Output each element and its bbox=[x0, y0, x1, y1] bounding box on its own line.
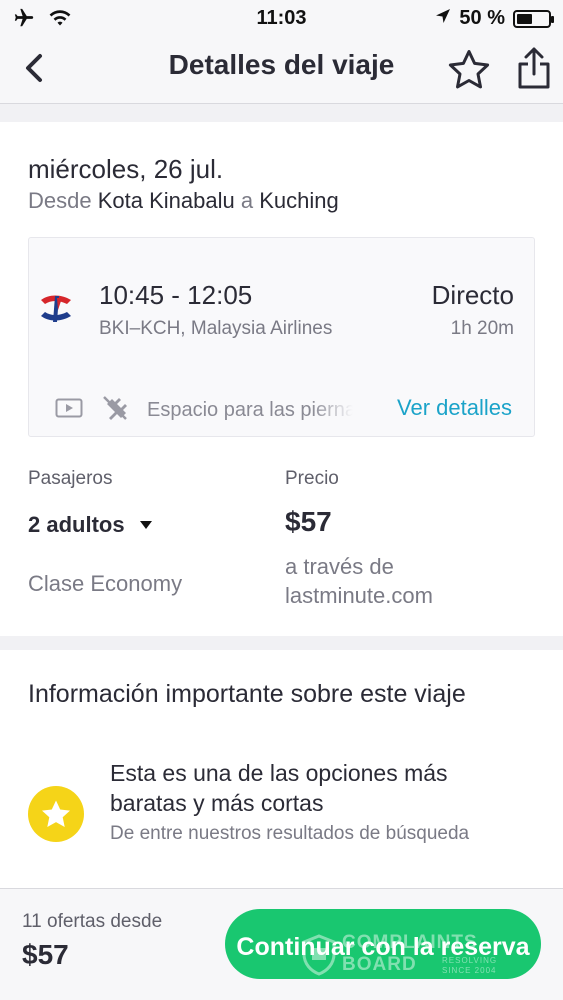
star-badge-icon bbox=[28, 786, 84, 842]
status-right: 50 % bbox=[435, 7, 554, 30]
flight-duration: 1h 20m bbox=[450, 318, 514, 339]
flight-legs: BKI–KCH, Malaysia Airlines bbox=[99, 318, 333, 339]
view-details-link[interactable]: Ver detalles bbox=[397, 395, 512, 421]
route-origin: Kota Kinabalu bbox=[97, 188, 235, 213]
route-destination: Kuching bbox=[259, 188, 339, 213]
trip-summary-card: miércoles, 26 jul. Desde Kota Kinabalu a… bbox=[0, 122, 563, 636]
no-power-icon bbox=[101, 394, 129, 427]
continue-booking-button[interactable]: Continuar con la reserva bbox=[225, 909, 541, 979]
offers-count: 11 ofertas desde bbox=[22, 911, 163, 932]
offers-price: $57 bbox=[22, 939, 69, 970]
amenity-text: Espacio para las piernas bbox=[147, 399, 353, 421]
status-bar: 11:03 50 % bbox=[0, 0, 563, 36]
chevron-left-icon bbox=[26, 54, 42, 82]
nav-bar: Detalles del viaje bbox=[0, 36, 563, 104]
info-subtext: De entre nuestros resultados de búsqueda bbox=[110, 823, 470, 844]
flight-times: 10:45 - 12:05 bbox=[99, 280, 253, 310]
cabin-class: Clase Economy bbox=[28, 571, 183, 596]
share-button[interactable] bbox=[512, 44, 556, 92]
status-left bbox=[12, 7, 72, 35]
trip-route: Desde Kota Kinabalu a Kuching bbox=[28, 188, 339, 214]
favorite-button[interactable] bbox=[446, 46, 492, 92]
trip-date: miércoles, 26 jul. bbox=[28, 154, 224, 184]
passengers-value: 2 adultos bbox=[28, 512, 125, 537]
amenities-row: Espacio para las piernas bbox=[55, 394, 353, 427]
star-icon bbox=[448, 50, 490, 89]
share-icon bbox=[518, 47, 550, 89]
wifi-icon bbox=[48, 8, 72, 34]
back-button[interactable] bbox=[16, 50, 52, 86]
price-provider: a través de lastminute.com bbox=[285, 554, 433, 608]
location-arrow-icon bbox=[435, 7, 451, 30]
caret-down-icon bbox=[139, 521, 152, 529]
info-title: Información importante sobre este viaje bbox=[28, 680, 466, 708]
flight-type: Directo bbox=[431, 280, 514, 310]
airline-logo bbox=[37, 288, 77, 328]
video-icon bbox=[55, 398, 83, 423]
price-label: Precio bbox=[285, 468, 339, 489]
important-info-card: Información importante sobre este viaje … bbox=[0, 650, 563, 890]
passengers-label: Pasajeros bbox=[28, 468, 113, 489]
bottom-booking-bar: 11 ofertas desde $57 Continuar con la re… bbox=[0, 888, 563, 1000]
route-from-word: Desde bbox=[28, 188, 92, 213]
battery-level bbox=[517, 13, 532, 24]
battery-percent: 50 % bbox=[459, 7, 505, 29]
price-value: $57 bbox=[285, 506, 332, 537]
route-to-word: a bbox=[240, 188, 254, 213]
battery-icon bbox=[513, 9, 554, 28]
info-heading: Esta es una de las opciones más baratas … bbox=[110, 760, 448, 816]
flight-segment-card[interactable]: 10:45 - 12:05 BKI–KCH, Malaysia Airlines… bbox=[28, 237, 535, 437]
passengers-dropdown[interactable]: 2 adultos bbox=[28, 512, 153, 538]
airplane-icon bbox=[12, 7, 36, 35]
